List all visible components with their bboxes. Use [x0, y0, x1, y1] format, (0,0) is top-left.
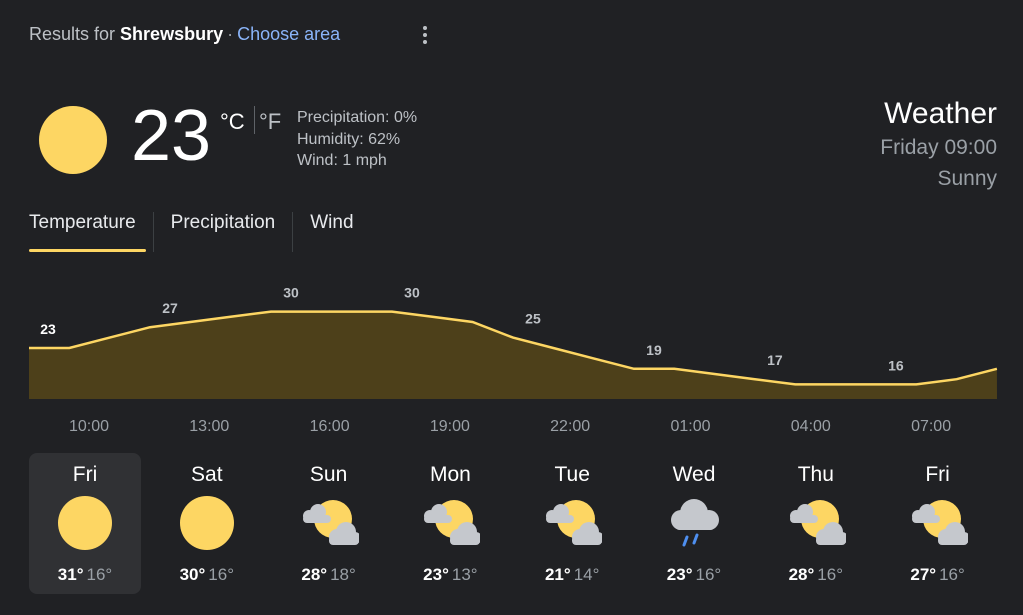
forecast-day-name: Thu [797, 463, 834, 486]
forecast-day-name: Mon [429, 463, 471, 486]
time-tick-label: 16:00 [309, 418, 350, 435]
precipitation-text: Precipitation: 0% [297, 109, 418, 126]
temperature-point-label: 30 [283, 285, 299, 301]
chart-tabs: Temperature Precipitation Wind [29, 212, 354, 252]
forecast-high: 28° [788, 565, 815, 584]
forecast-high: 27° [910, 565, 937, 584]
forecast-temps: 23° 13° [394, 565, 506, 585]
more-options-icon[interactable] [415, 24, 435, 46]
time-axis: 10:00 13:00 16:00 19:00 22:00 01:00 04:00 07:00 [0, 418, 1023, 438]
fahrenheit-toggle[interactable]: °F [259, 109, 281, 135]
forecast-temps: 31° 16° [29, 565, 141, 585]
forecast-low: 16° [817, 565, 844, 584]
partly-cloudy-icon [420, 493, 483, 553]
forecast-day-name: Sun [309, 463, 348, 486]
forecast-day-4[interactable]: Tue 21° 14° [516, 453, 628, 594]
current-temperature: 23 [131, 96, 212, 176]
forecast-day-name: Wed [672, 463, 716, 486]
forecast-low: 16° [86, 565, 113, 584]
results-header: Results for Shrewsbury · Choose area [29, 24, 340, 45]
temperature-point-label: 19 [646, 342, 662, 358]
time-tick-label: 13:00 [189, 418, 230, 435]
temperature-chart: 23 27 30 30 25 19 17 16 [29, 285, 998, 399]
forecast-temps: 27° 16° [882, 565, 994, 585]
forecast-day-0[interactable]: Fri 31° 16° [29, 453, 141, 594]
time-tick-label: 19:00 [429, 418, 470, 435]
forecast-temps: 21° 14° [516, 565, 628, 585]
forecast-day-name: Tue [554, 463, 590, 486]
sun-icon [39, 106, 107, 174]
location-name: Shrewsbury [120, 24, 224, 44]
forecast-day-name: Fri [925, 463, 950, 486]
forecast-low: 14° [573, 565, 600, 584]
weather-title: Weather [884, 97, 997, 130]
time-tick-label: 10:00 [68, 418, 110, 435]
forecast-day-2[interactable]: Sun 28° 18° [273, 453, 385, 594]
forecast-low: 16° [208, 565, 235, 584]
temperature-point-label: 17 [767, 352, 783, 368]
wind-text: Wind: 1 mph [297, 152, 387, 169]
forecast-high: 23° [666, 565, 693, 584]
humidity-text: Humidity: 62% [297, 130, 401, 148]
results-prefix: Results for [29, 24, 116, 44]
forecast-day-3[interactable]: Mon 23° 13° [394, 453, 506, 594]
current-details: Precipitation: 0% Humidity: 62% Wind: 1 … [297, 107, 417, 172]
temperature-point-label: 27 [162, 300, 178, 316]
sun-icon [55, 493, 115, 553]
forecast-low: 13° [451, 565, 478, 584]
tab-wind[interactable]: Wind [292, 212, 354, 252]
time-tick-label: 07:00 [911, 418, 952, 435]
forecast-day-6[interactable]: Thu 28° 16° [760, 453, 872, 594]
forecast-high: 30° [179, 565, 206, 584]
forecast-high: 28° [301, 565, 328, 584]
forecast-temps: 30° 16° [151, 565, 263, 585]
forecast-low: 18° [330, 565, 356, 584]
time-tick-label: 04:00 [790, 418, 831, 435]
partly-cloudy-icon [786, 493, 848, 553]
weather-summary: Weather Friday 09:00 Sunny [880, 96, 997, 194]
temperature-point-label: 16 [888, 357, 904, 373]
forecast-day-name: Fri [72, 463, 98, 486]
time-tick-label: 01:00 [670, 418, 711, 435]
celsius-toggle[interactable]: °C [220, 109, 245, 135]
choose-area-link[interactable]: Choose area [237, 24, 340, 44]
partly-cloudy-icon [542, 493, 605, 553]
rain-icon [664, 493, 724, 553]
forecast-low: 16° [695, 565, 722, 584]
weather-condition: Sunny [937, 167, 997, 190]
forecast-temps: 28° 16° [760, 565, 872, 585]
forecast-day-7[interactable]: Fri 27° 16° [882, 453, 994, 594]
tab-temperature[interactable]: Temperature [29, 212, 153, 252]
forecast-day-1[interactable]: Sat 30° 16° [151, 453, 263, 594]
forecast-high: 21° [544, 565, 571, 584]
forecast-day-name: Sat [191, 463, 223, 486]
forecast-low: 16° [939, 565, 965, 584]
forecast-high: 31° [57, 565, 84, 584]
forecast-temps: 23° 16° [638, 565, 750, 585]
weather-datetime: Friday 09:00 [880, 136, 997, 159]
tab-precipitation[interactable]: Precipitation [152, 212, 293, 252]
unit-divider [254, 106, 255, 134]
temperature-point-label: 30 [404, 285, 420, 301]
time-tick-label: 22:00 [550, 418, 591, 435]
temperature-point-label: 25 [525, 311, 541, 327]
sun-icon [177, 493, 237, 553]
forecast-temps: 28° 18° [273, 565, 385, 585]
partly-cloudy-icon [908, 493, 970, 553]
forecast-day-5[interactable]: Wed 23° 16° [638, 453, 750, 594]
separator-dot: · [227, 24, 234, 44]
partly-cloudy-icon [299, 493, 361, 553]
temperature-point-label: 23 [40, 321, 56, 337]
forecast-high: 23° [423, 565, 449, 584]
